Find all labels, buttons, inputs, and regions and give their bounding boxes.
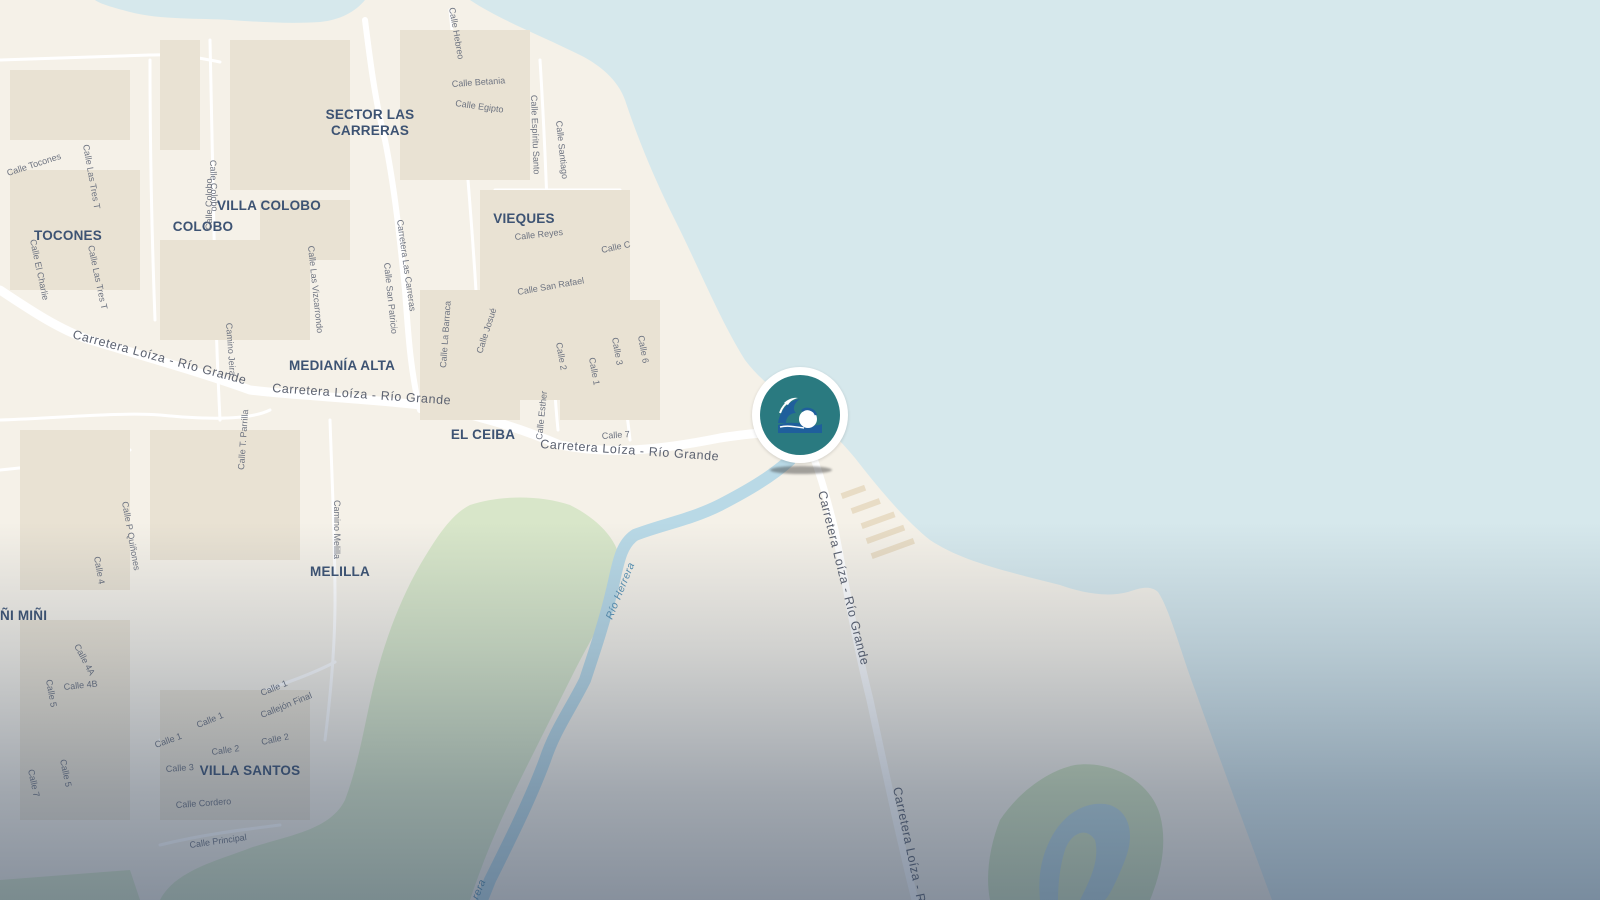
place-label-vieques: VIEQUES [493, 211, 554, 226]
street-label: Calle 3 [165, 762, 194, 774]
marker-badge [760, 375, 840, 455]
street-label: Calle 7 [601, 429, 630, 441]
street-label: Calle Colobo [204, 178, 214, 230]
place-label-colobo: COLOBO [173, 219, 233, 234]
place-label-sector-las-carreras: SECTOR LAS [326, 107, 415, 122]
place-label-sector-las-carreras: CARRERAS [331, 123, 409, 138]
place-label-mini-mini: ÑI MIÑI [0, 608, 47, 623]
place-label-villa-colobo: VILLA COLOBO [217, 198, 321, 213]
place-label-melilla: MELILLA [310, 564, 370, 579]
marker-shadow [770, 466, 832, 474]
location-marker[interactable] [752, 367, 848, 463]
place-label-villa-santos: VILLA SANTOS [200, 763, 301, 778]
place-label-el-ceiba: EL CEIBA [451, 427, 515, 442]
place-label-mediania-alta: MEDIANÍA ALTA [289, 358, 395, 373]
ocean-wave-icon [778, 397, 822, 433]
street-label: Camino Melilla [332, 500, 342, 559]
place-label-tocones: TOCONES [34, 228, 102, 243]
